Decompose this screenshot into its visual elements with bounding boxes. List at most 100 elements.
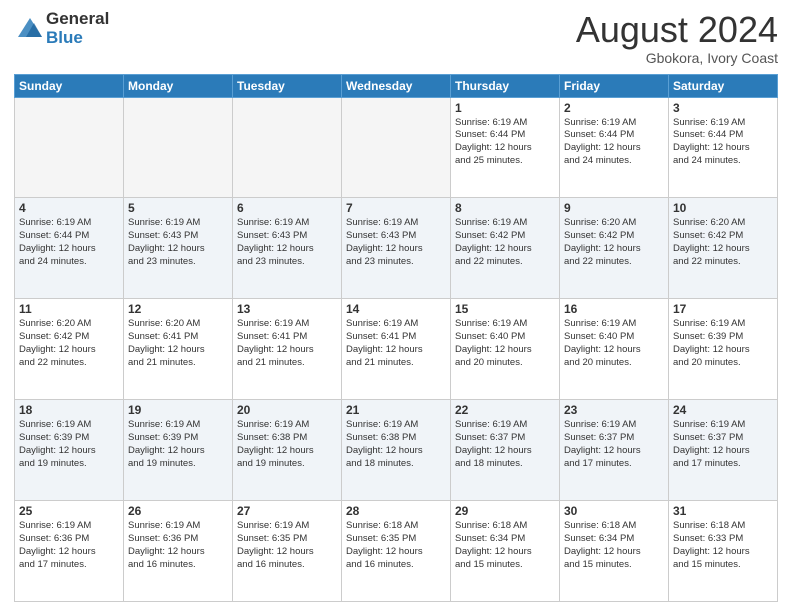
day-info: Sunrise: 6:19 AM Sunset: 6:44 PM Dayligh… <box>564 117 664 168</box>
calendar-cell: 5 Sunrise: 6:19 AM Sunset: 6:43 PM Daylig… <box>124 198 233 299</box>
day-number: 6 <box>237 201 337 215</box>
day-number: 23 <box>564 403 664 417</box>
day-number: 29 <box>455 504 555 518</box>
weekday-header-row: SundayMondayTuesdayWednesdayThursdayFrid… <box>15 74 778 97</box>
logo-icon <box>16 15 44 43</box>
day-info: Sunrise: 6:19 AM Sunset: 6:39 PM Dayligh… <box>673 318 773 369</box>
weekday-header-sunday: Sunday <box>15 74 124 97</box>
calendar-cell: 23Sunrise: 6:19 AM Sunset: 6:37 PM Dayli… <box>560 400 669 501</box>
day-number: 2 <box>564 101 664 115</box>
day-number: 14 <box>346 302 446 316</box>
calendar-table: SundayMondayTuesdayWednesdayThursdayFrid… <box>14 74 778 602</box>
day-info: Sunrise: 6:20 AM Sunset: 6:42 PM Dayligh… <box>564 217 664 268</box>
day-number: 17 <box>673 302 773 316</box>
day-info: Sunrise: 6:19 AM Sunset: 6:39 PM Dayligh… <box>19 419 119 470</box>
day-number: 15 <box>455 302 555 316</box>
calendar-cell: 8Sunrise: 6:19 AM Sunset: 6:42 PM Daylig… <box>451 198 560 299</box>
calendar-cell <box>233 97 342 198</box>
day-info: Sunrise: 6:19 AM Sunset: 6:43 PM Dayligh… <box>128 217 228 268</box>
day-number: 22 <box>455 403 555 417</box>
week-row-5: 25 Sunrise: 6:19 AM Sunset: 6:36 PM Dayli… <box>15 501 778 602</box>
day-info: Sunrise: 6:19 AM Sunset: 6:41 PM Dayligh… <box>237 318 337 369</box>
calendar-cell: 18 Sunrise: 6:19 AM Sunset: 6:39 PM Dayli… <box>15 400 124 501</box>
week-row-3: 11Sunrise: 6:20 AM Sunset: 6:42 PM Dayli… <box>15 299 778 400</box>
week-row-1: 1 Sunrise: 6:19 AM Sunset: 6:44 PM Daylig… <box>15 97 778 198</box>
day-info: Sunrise: 6:18 AM Sunset: 6:34 PM Dayligh… <box>564 520 664 571</box>
day-info: Sunrise: 6:19 AM Sunset: 6:41 PM Dayligh… <box>346 318 446 369</box>
day-number: 16 <box>564 302 664 316</box>
day-info: Sunrise: 6:19 AM Sunset: 6:40 PM Dayligh… <box>455 318 555 369</box>
calendar-cell: 22 Sunrise: 6:19 AM Sunset: 6:37 PM Dayli… <box>451 400 560 501</box>
day-number: 1 <box>455 101 555 115</box>
day-info: Sunrise: 6:19 AM Sunset: 6:42 PM Dayligh… <box>455 217 555 268</box>
calendar-cell: 19 Sunrise: 6:19 AM Sunset: 6:39 PM Dayli… <box>124 400 233 501</box>
day-info: Sunrise: 6:19 AM Sunset: 6:40 PM Dayligh… <box>564 318 664 369</box>
day-number: 30 <box>564 504 664 518</box>
logo-text: General Blue <box>46 10 109 47</box>
day-info: Sunrise: 6:19 AM Sunset: 6:44 PM Dayligh… <box>19 217 119 268</box>
calendar-cell: 26 Sunrise: 6:19 AM Sunset: 6:36 PM Dayli… <box>124 501 233 602</box>
location-subtitle: Gbokora, Ivory Coast <box>576 50 778 66</box>
calendar-cell: 10 Sunrise: 6:20 AM Sunset: 6:42 PM Dayli… <box>669 198 778 299</box>
day-number: 5 <box>128 201 228 215</box>
weekday-header-thursday: Thursday <box>451 74 560 97</box>
day-info: Sunrise: 6:19 AM Sunset: 6:37 PM Dayligh… <box>455 419 555 470</box>
day-number: 27 <box>237 504 337 518</box>
calendar-cell: 17 Sunrise: 6:19 AM Sunset: 6:39 PM Dayli… <box>669 299 778 400</box>
day-number: 31 <box>673 504 773 518</box>
day-info: Sunrise: 6:20 AM Sunset: 6:42 PM Dayligh… <box>19 318 119 369</box>
calendar-cell: 6Sunrise: 6:19 AM Sunset: 6:43 PM Daylig… <box>233 198 342 299</box>
calendar-cell: 20Sunrise: 6:19 AM Sunset: 6:38 PM Dayli… <box>233 400 342 501</box>
day-number: 4 <box>19 201 119 215</box>
day-number: 19 <box>128 403 228 417</box>
calendar-cell: 31 Sunrise: 6:18 AM Sunset: 6:33 PM Dayli… <box>669 501 778 602</box>
header: General Blue August 2024 Gbokora, Ivory … <box>14 10 778 66</box>
day-info: Sunrise: 6:19 AM Sunset: 6:44 PM Dayligh… <box>455 117 555 168</box>
calendar-cell <box>15 97 124 198</box>
day-number: 28 <box>346 504 446 518</box>
day-info: Sunrise: 6:18 AM Sunset: 6:35 PM Dayligh… <box>346 520 446 571</box>
day-info: Sunrise: 6:19 AM Sunset: 6:38 PM Dayligh… <box>237 419 337 470</box>
day-number: 21 <box>346 403 446 417</box>
day-number: 7 <box>346 201 446 215</box>
calendar-cell: 4 Sunrise: 6:19 AM Sunset: 6:44 PM Daylig… <box>15 198 124 299</box>
day-info: Sunrise: 6:18 AM Sunset: 6:33 PM Dayligh… <box>673 520 773 571</box>
calendar-cell: 13Sunrise: 6:19 AM Sunset: 6:41 PM Dayli… <box>233 299 342 400</box>
day-number: 26 <box>128 504 228 518</box>
calendar-cell: 7Sunrise: 6:19 AM Sunset: 6:43 PM Daylig… <box>342 198 451 299</box>
day-number: 9 <box>564 201 664 215</box>
page: General Blue August 2024 Gbokora, Ivory … <box>0 0 792 612</box>
day-info: Sunrise: 6:20 AM Sunset: 6:41 PM Dayligh… <box>128 318 228 369</box>
calendar-cell: 15 Sunrise: 6:19 AM Sunset: 6:40 PM Dayli… <box>451 299 560 400</box>
month-title: August 2024 <box>576 10 778 50</box>
weekday-header-tuesday: Tuesday <box>233 74 342 97</box>
day-info: Sunrise: 6:20 AM Sunset: 6:42 PM Dayligh… <box>673 217 773 268</box>
day-info: Sunrise: 6:18 AM Sunset: 6:34 PM Dayligh… <box>455 520 555 571</box>
day-number: 10 <box>673 201 773 215</box>
day-info: Sunrise: 6:19 AM Sunset: 6:39 PM Dayligh… <box>128 419 228 470</box>
day-number: 18 <box>19 403 119 417</box>
day-number: 24 <box>673 403 773 417</box>
weekday-header-monday: Monday <box>124 74 233 97</box>
calendar-cell: 29 Sunrise: 6:18 AM Sunset: 6:34 PM Dayli… <box>451 501 560 602</box>
calendar-cell: 9 Sunrise: 6:20 AM Sunset: 6:42 PM Daylig… <box>560 198 669 299</box>
calendar-cell <box>124 97 233 198</box>
calendar-cell: 12 Sunrise: 6:20 AM Sunset: 6:41 PM Dayli… <box>124 299 233 400</box>
calendar-cell: 11Sunrise: 6:20 AM Sunset: 6:42 PM Dayli… <box>15 299 124 400</box>
calendar-cell: 16 Sunrise: 6:19 AM Sunset: 6:40 PM Dayli… <box>560 299 669 400</box>
day-info: Sunrise: 6:19 AM Sunset: 6:36 PM Dayligh… <box>19 520 119 571</box>
week-row-4: 18 Sunrise: 6:19 AM Sunset: 6:39 PM Dayli… <box>15 400 778 501</box>
calendar-cell: 30 Sunrise: 6:18 AM Sunset: 6:34 PM Dayli… <box>560 501 669 602</box>
week-row-2: 4 Sunrise: 6:19 AM Sunset: 6:44 PM Daylig… <box>15 198 778 299</box>
weekday-header-saturday: Saturday <box>669 74 778 97</box>
logo: General Blue <box>14 10 109 47</box>
day-number: 12 <box>128 302 228 316</box>
day-number: 3 <box>673 101 773 115</box>
day-info: Sunrise: 6:19 AM Sunset: 6:37 PM Dayligh… <box>673 419 773 470</box>
logo-blue-text: Blue <box>46 29 109 48</box>
day-info: Sunrise: 6:19 AM Sunset: 6:36 PM Dayligh… <box>128 520 228 571</box>
calendar-cell: 28 Sunrise: 6:18 AM Sunset: 6:35 PM Dayli… <box>342 501 451 602</box>
day-number: 25 <box>19 504 119 518</box>
calendar-cell: 27Sunrise: 6:19 AM Sunset: 6:35 PM Dayli… <box>233 501 342 602</box>
day-info: Sunrise: 6:19 AM Sunset: 6:38 PM Dayligh… <box>346 419 446 470</box>
